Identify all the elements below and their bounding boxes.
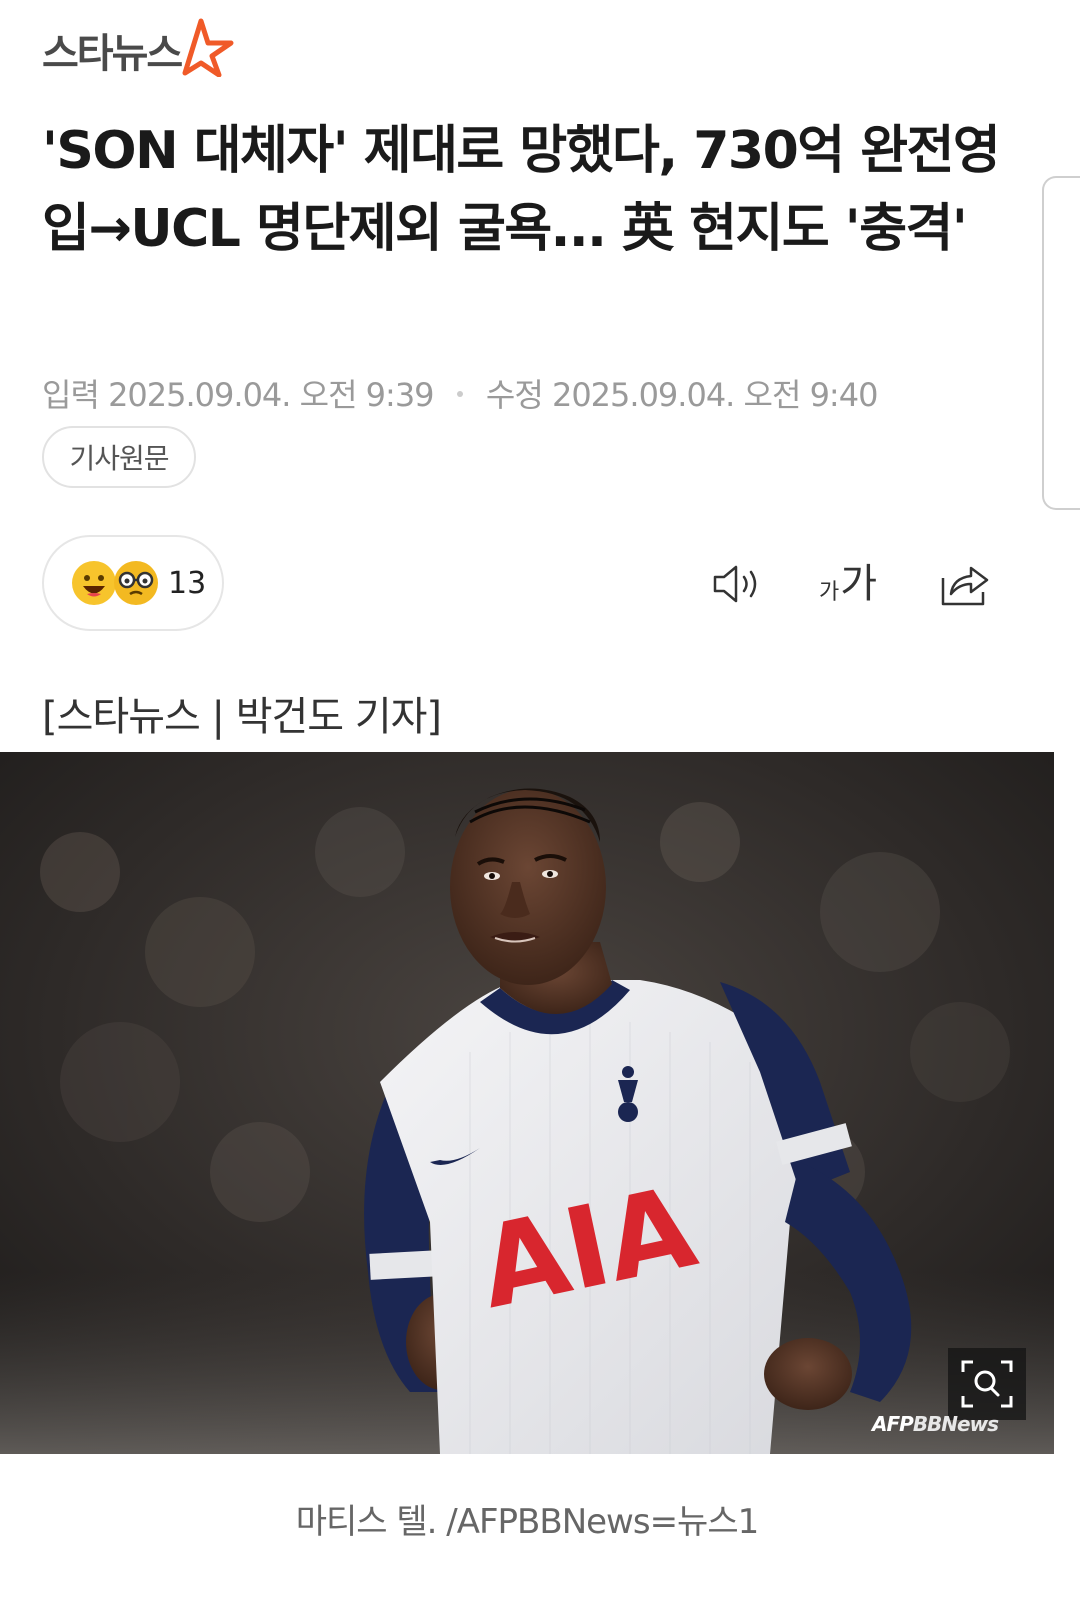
listen-button[interactable] — [706, 554, 770, 614]
speaker-icon — [713, 565, 757, 603]
side-scroll-handle[interactable] — [1042, 176, 1080, 510]
logo-text: 스타뉴스 — [42, 31, 183, 77]
modified-label: 수정 — [485, 376, 544, 414]
published-date: 2025.09.04. 오전 9:39 — [108, 376, 434, 414]
photo-credit-suffix: BBNews — [912, 1412, 999, 1436]
font-size-icon: 가 가 — [819, 564, 877, 604]
font-size-button[interactable]: 가 가 — [816, 554, 880, 614]
photo-credit: AFPBBNews — [872, 1412, 999, 1436]
original-article-button[interactable]: 기사원문 — [42, 426, 196, 488]
article-byline: [스타뉴스 | 박건도 기자] — [42, 694, 442, 740]
site-logo[interactable]: 스타뉴스 — [42, 18, 235, 82]
player-photo: AIA — [0, 752, 1054, 1454]
share-icon — [941, 566, 989, 606]
logo-star-icon — [182, 18, 234, 77]
date-separator — [456, 391, 463, 397]
published-label: 입력 — [42, 376, 100, 414]
font-small-glyph: 가 — [818, 580, 840, 605]
glasses-face-icon — [114, 561, 158, 605]
font-big-glyph: 가 — [840, 561, 878, 607]
photo-caption: 마티스 텔. /AFPBBNews=뉴스1 — [295, 1502, 760, 1542]
zoom-icon — [961, 1360, 1013, 1408]
photo-zoom-button[interactable] — [948, 1348, 1026, 1420]
modified-date: 2025.09.04. 오전 9:40 — [551, 376, 878, 414]
reaction-count: 13 — [168, 565, 207, 601]
article-headline: 'SON 대체자' 제대로 망했다, 730억 완전영입→UCL 명단제외 굴욕… — [42, 121, 1001, 259]
share-button[interactable] — [932, 554, 996, 614]
article-photo[interactable]: AIA AFPBBNews — [0, 752, 1054, 1454]
photo-credit-prefix: AFP — [872, 1412, 914, 1436]
grinning-face-icon — [72, 561, 116, 605]
reaction-button[interactable]: 13 — [42, 535, 224, 631]
article-dates: 입력 2025.09.04. 오전 9:39 수정 2025.09.04. 오전… — [42, 370, 878, 416]
